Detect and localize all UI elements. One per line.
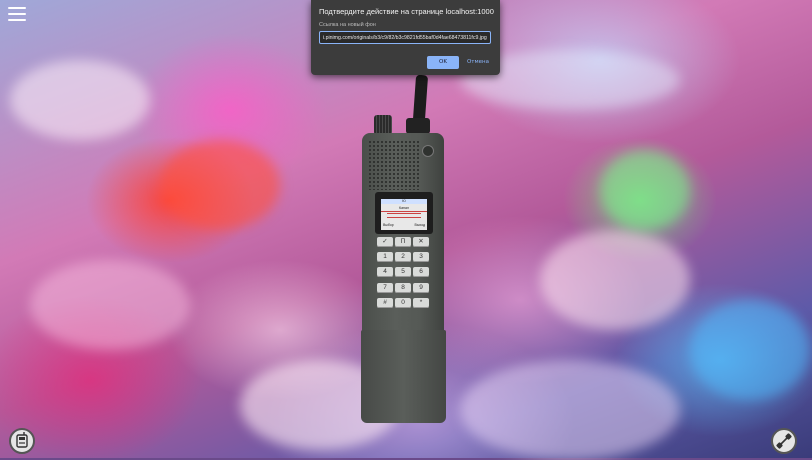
screen-footer-right: Выход [414, 223, 425, 227]
radio-settings-icon[interactable] [9, 428, 35, 454]
dialog-title: Подтвердите действие на странице localho… [319, 7, 494, 16]
key-0[interactable]: 0 [395, 298, 411, 308]
key-9[interactable]: 9 [413, 283, 429, 293]
key-5[interactable]: 5 [395, 267, 411, 277]
antenna-base [406, 118, 430, 134]
key-star[interactable]: * [413, 298, 429, 308]
screen-footer-left: Выбор [383, 223, 394, 227]
screen-menu-item: Канал [381, 206, 427, 212]
key-4[interactable]: 4 [377, 267, 393, 277]
connection-icon[interactable] [771, 428, 797, 454]
speaker-grille [368, 140, 420, 190]
dialog-message: Ссылка на новый фон [319, 22, 376, 28]
key-3[interactable]: 3 [413, 252, 429, 262]
key-menu[interactable]: П [395, 237, 411, 247]
key-1[interactable]: 1 [377, 252, 393, 262]
key-confirm[interactable]: ✓ [377, 237, 393, 247]
key-6[interactable]: 6 [413, 267, 429, 277]
screen-header: Ю [381, 199, 427, 204]
ok-button[interactable]: OK [427, 56, 459, 69]
key-7[interactable]: 7 [377, 283, 393, 293]
power-button[interactable] [422, 145, 434, 157]
background-url-input[interactable]: i.pinimg.com/originals/b3/c9/82/b3c9821f… [319, 31, 491, 44]
radio-screen: Ю Канал Выбор Выход [381, 199, 427, 230]
key-8[interactable]: 8 [395, 283, 411, 293]
key-2[interactable]: 2 [395, 252, 411, 262]
cancel-button[interactable]: Отмена [463, 56, 493, 69]
channel-knob[interactable] [374, 115, 392, 135]
hamburger-menu-icon[interactable] [8, 7, 26, 21]
key-hash[interactable]: # [377, 298, 393, 308]
battery-pack [361, 330, 446, 423]
key-cancel[interactable]: ✕ [413, 237, 429, 247]
